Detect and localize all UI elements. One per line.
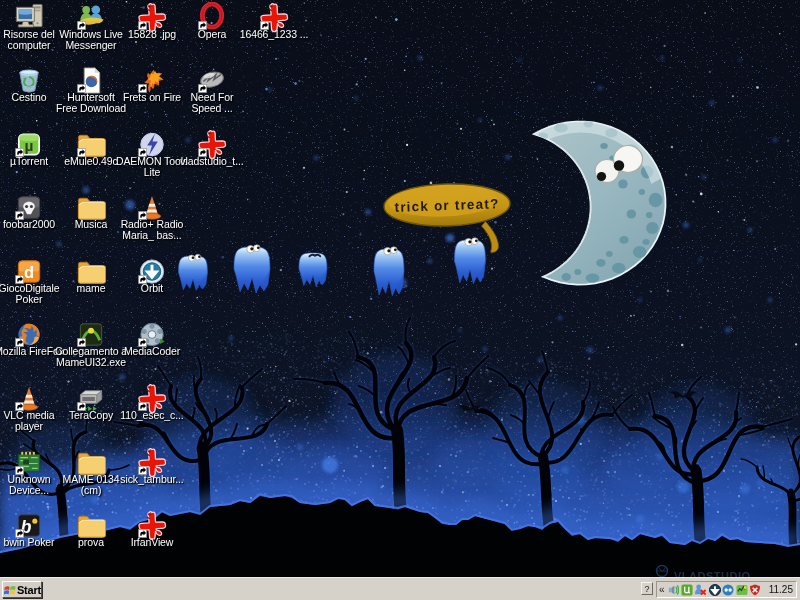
svg-text:VLADSTUDIO: VLADSTUDIO	[674, 570, 751, 577]
